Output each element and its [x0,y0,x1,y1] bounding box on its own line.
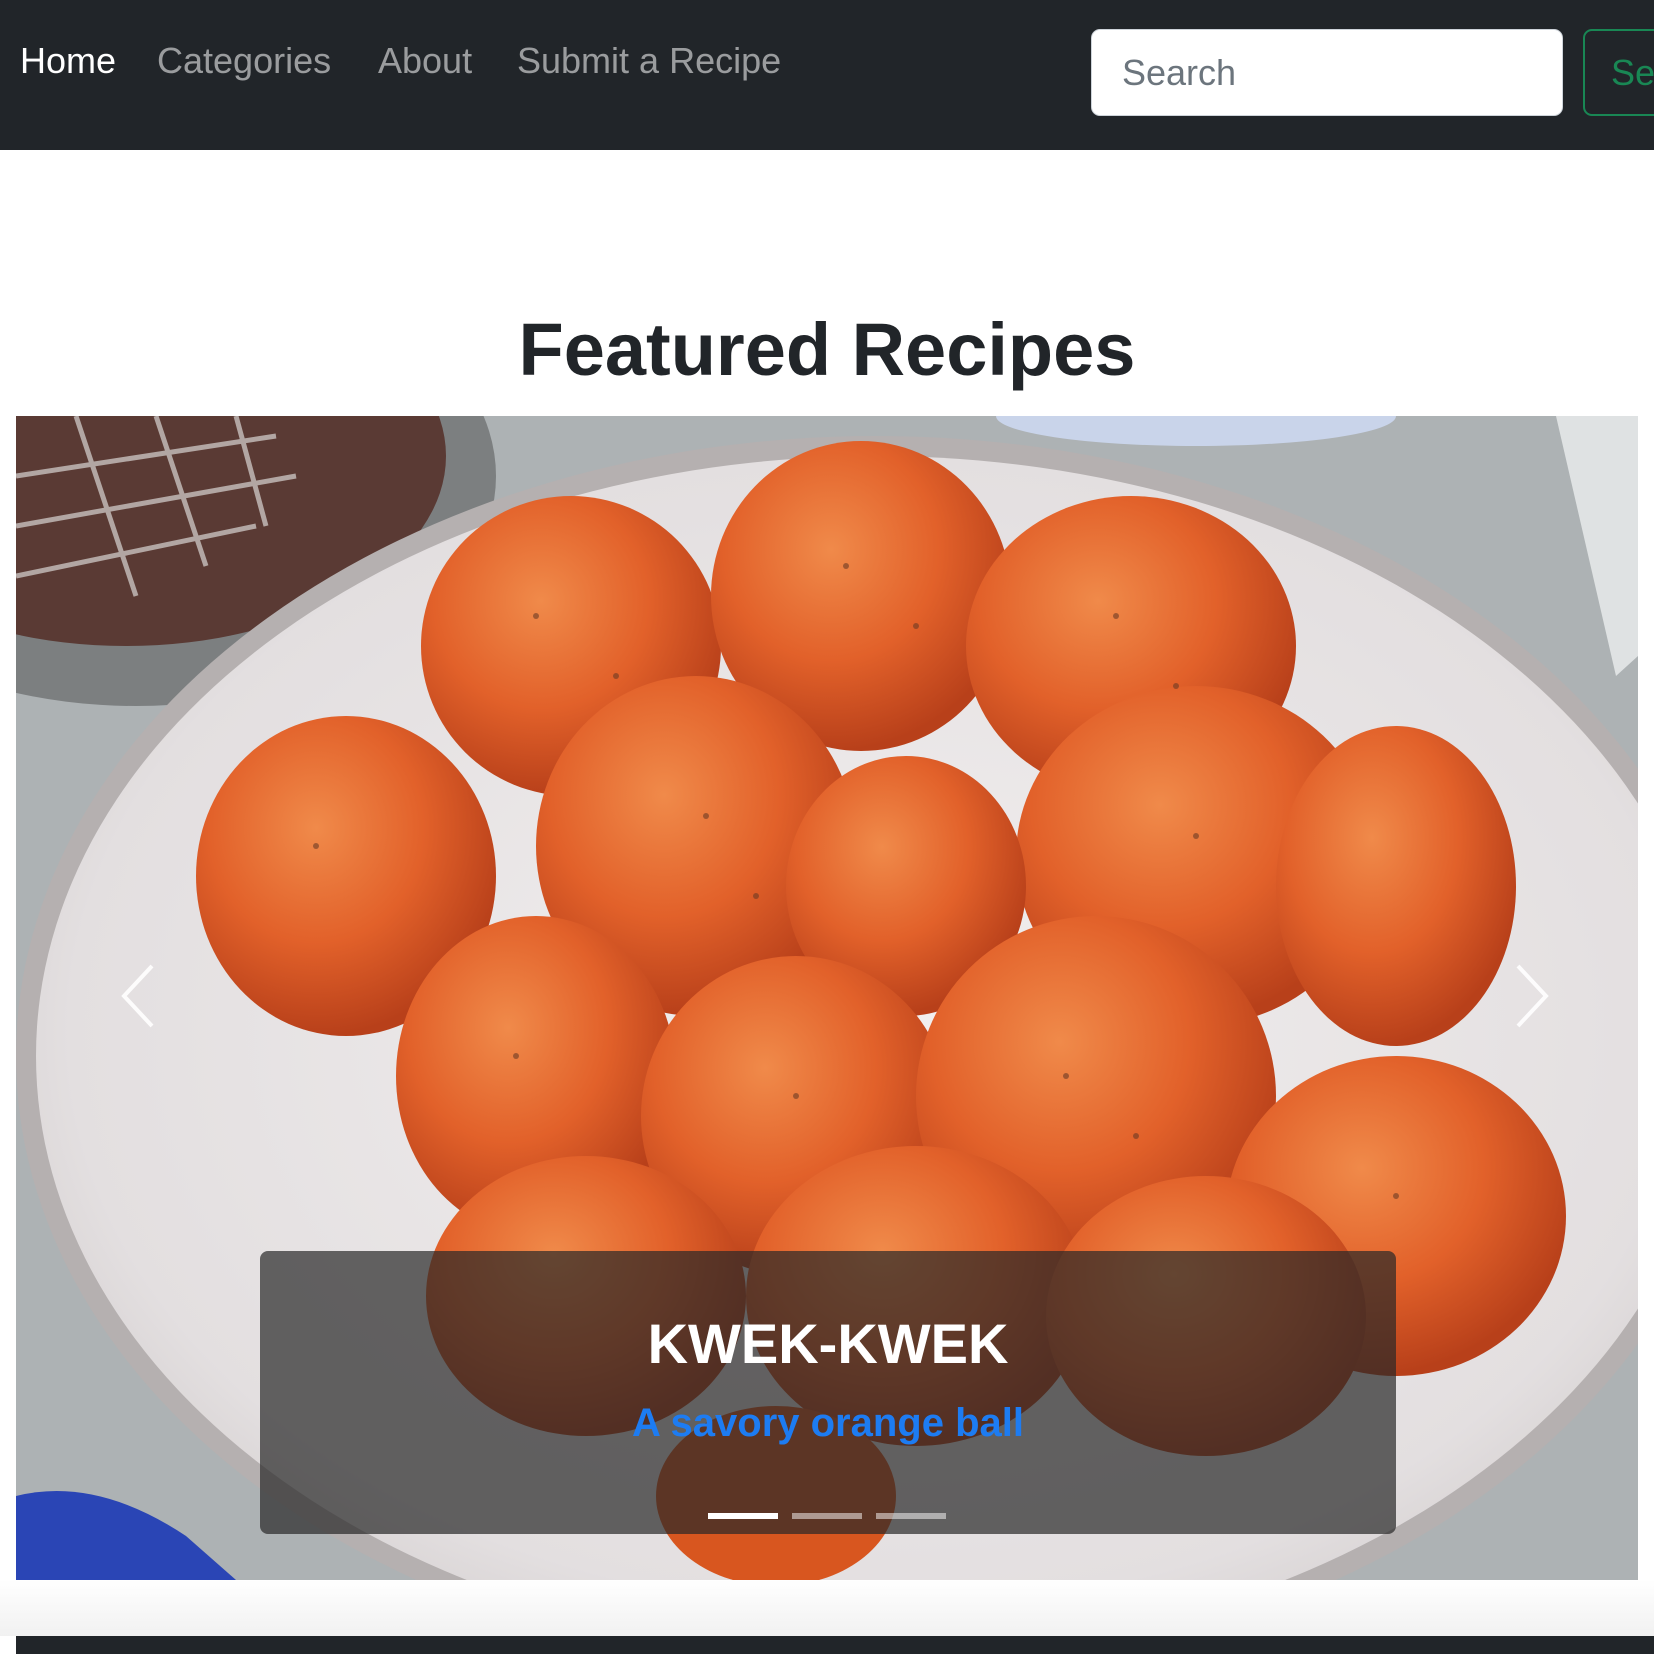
carousel-caption: KWEK-KWEK A savory orange ball [260,1251,1396,1534]
carousel-indicator-2[interactable] [792,1513,862,1519]
page-title: Featured Recipes [518,308,1136,391]
carousel-next-button[interactable] [1476,936,1586,1056]
chevron-right-icon [1516,964,1549,1028]
carousel-indicators [16,1513,1638,1525]
search-button[interactable]: Search [1583,29,1654,116]
caption-text: A savory orange ball [632,1401,1024,1445]
nav-link-categories[interactable]: Categories [157,40,331,82]
search-input[interactable] [1091,29,1563,116]
footer-bar [16,1636,1654,1654]
chevron-left-icon [121,964,154,1028]
caption-title: KWEK-KWEK [647,1312,1009,1375]
navbar: Home Categories About Submit a Recipe Se… [0,0,1654,150]
carousel-indicator-1[interactable] [708,1513,778,1519]
nav-link-about[interactable]: About [378,40,472,82]
nav-link-home[interactable]: Home [20,40,116,82]
carousel-prev-button[interactable] [86,936,196,1056]
nav-link-submit-recipe[interactable]: Submit a Recipe [517,40,781,82]
page-divider [0,1580,1654,1636]
carousel-indicator-3[interactable] [876,1513,946,1519]
featured-recipes-carousel: KWEK-KWEK A savory orange ball [16,416,1638,1580]
